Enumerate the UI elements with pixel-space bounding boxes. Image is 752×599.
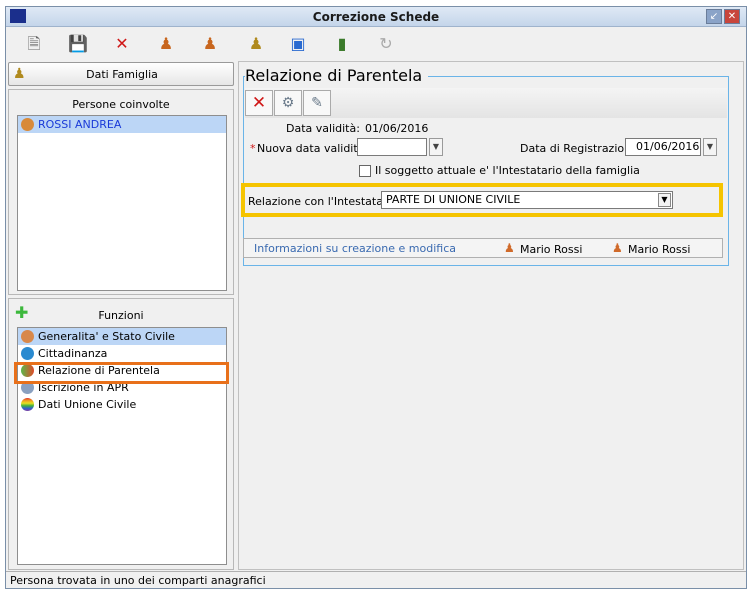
relation-select[interactable]: PARTE DI UNIONE CIVILE ▼: [381, 191, 673, 209]
highlight-relazione: [14, 362, 229, 384]
archive-icon[interactable]: ▮: [332, 34, 352, 54]
functions-header: Funzioni: [98, 309, 144, 322]
people-panel: Persone coinvolte ROSSI ANDREA: [8, 89, 234, 295]
registration-input[interactable]: 01/06/2016: [625, 138, 701, 156]
title-bar[interactable]: Correzione Schede ↙ ✕: [6, 7, 746, 27]
function-label: Generalita' e Stato Civile: [38, 330, 175, 343]
modifier-icon: ♟: [612, 241, 623, 255]
window-title: Correzione Schede: [312, 10, 440, 24]
window: Correzione Schede ↙ ✕ 🗎 💾 ✕ ♟ ♟ ♟ ▣ ▮ ↻ …: [5, 6, 747, 589]
close-button[interactable]: ✕: [724, 9, 740, 24]
main-panel: Relazione di Parentela ✕ ⚙ ✎ Data validi…: [238, 61, 744, 570]
registration-dropdown[interactable]: ▼: [703, 138, 717, 156]
save-icon[interactable]: 💾: [68, 34, 88, 54]
globe-icon: [21, 347, 34, 360]
function-item-generalita[interactable]: Generalita' e Stato Civile: [18, 328, 226, 345]
function-item-unione-civile[interactable]: Dati Unione Civile: [18, 396, 226, 413]
rainbow-heart-icon: [21, 398, 34, 411]
chevron-down-icon[interactable]: ▼: [658, 193, 671, 207]
info-bar: Informazioni su creazione e modifica ♟ M…: [243, 238, 723, 258]
relation-label: Relazione con l'Intestatario: [248, 195, 398, 208]
relation-value: PARTE DI UNIONE CIVILE: [386, 193, 521, 206]
toolbar: 🗎 💾 ✕ ♟ ♟ ♟ ▣ ▮ ↻: [6, 28, 746, 60]
required-mark: *: [250, 142, 256, 155]
add-person-icon[interactable]: ♟: [156, 34, 176, 54]
window-info-icon[interactable]: ▣: [288, 34, 308, 54]
validity-value: 01/06/2016: [365, 122, 429, 135]
person-item[interactable]: ROSSI ANDREA: [18, 116, 226, 133]
person-icon: [21, 330, 34, 343]
family-data-button[interactable]: ♟ Dati Famiglia: [8, 62, 234, 86]
registration-label: Data di Registrazione: [520, 142, 638, 155]
person-icon: [21, 118, 34, 131]
edit-history-button[interactable]: ✎: [303, 90, 331, 116]
head-checkbox-label: Il soggetto attuale e' l'Intestatario de…: [375, 164, 640, 177]
info-label[interactable]: Informazioni su creazione e modifica: [254, 242, 456, 255]
functions-panel: ✚ Funzioni Generalita' e Stato Civile Ci…: [8, 298, 234, 570]
new-validity-dropdown[interactable]: ▼: [429, 138, 443, 156]
refresh-icon[interactable]: ↻: [376, 34, 396, 54]
group-title: Relazione di Parentela: [245, 66, 429, 85]
new-document-icon[interactable]: 🗎: [24, 34, 44, 54]
history-button[interactable]: ⚙: [274, 90, 302, 116]
remove-person-icon[interactable]: ♟: [200, 34, 220, 54]
function-label: Dati Unione Civile: [38, 398, 137, 411]
creator-icon: ♟: [504, 241, 515, 255]
function-item-cittadinanza[interactable]: Cittadinanza: [18, 345, 226, 362]
form-toolbar: ✕ ⚙ ✎: [245, 88, 727, 118]
restore-button[interactable]: ↙: [706, 9, 722, 24]
delete-button[interactable]: ✕: [245, 90, 273, 116]
validity-label: Data validità:: [286, 122, 360, 135]
family-data-label: Dati Famiglia: [86, 68, 158, 81]
people-list[interactable]: ROSSI ANDREA: [17, 115, 227, 291]
new-validity-label: Nuova data validità: [257, 142, 365, 155]
modified-by: Mario Rossi: [628, 243, 691, 256]
status-text: Persona trovata in uno dei comparti anag…: [10, 574, 266, 587]
status-bar: Persona trovata in uno dei comparti anag…: [6, 571, 746, 588]
new-validity-input[interactable]: [357, 138, 427, 156]
function-label: Cittadinanza: [38, 347, 108, 360]
family-icon[interactable]: ♟: [246, 34, 266, 54]
relation-highlight: Relazione con l'Intestatario PARTE DI UN…: [241, 183, 723, 217]
person-name: ROSSI ANDREA: [38, 118, 122, 131]
delete-icon[interactable]: ✕: [112, 34, 132, 54]
created-by: Mario Rossi: [520, 243, 583, 256]
people-header: Persone coinvolte: [72, 98, 170, 111]
head-checkbox[interactable]: [359, 165, 371, 177]
